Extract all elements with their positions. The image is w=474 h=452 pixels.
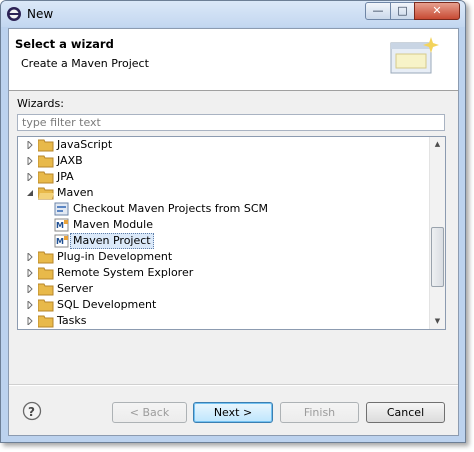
tree-item-label: JavaScript — [57, 138, 113, 151]
expand-arrow-icon[interactable] — [26, 317, 34, 325]
svg-text:M: M — [56, 237, 64, 246]
tree-item-server[interactable]: Server — [18, 281, 429, 297]
header-description: Create a Maven Project — [21, 57, 149, 70]
folder-icon — [38, 315, 54, 328]
tree-scrollbar[interactable]: ▲ ▼ — [429, 137, 445, 329]
tree-item-label: Maven — [57, 186, 94, 199]
scroll-up-icon[interactable]: ▲ — [430, 137, 445, 152]
tree-item-maven[interactable]: Maven — [18, 185, 429, 201]
maven-module-icon: M — [54, 218, 69, 232]
filter-input[interactable] — [17, 114, 445, 131]
back-button[interactable]: < Back — [112, 402, 187, 423]
tree-item-plugin-development[interactable]: Plug-in Development — [18, 249, 429, 265]
scroll-down-icon[interactable]: ▼ — [430, 314, 445, 329]
help-icon[interactable]: ? — [22, 401, 42, 421]
tree-item-label: Tasks — [57, 314, 87, 327]
new-wizard-dialog: New — □ ✕ Select a wizard Create a Maven… — [0, 0, 466, 443]
close-button[interactable]: ✕ — [414, 2, 460, 20]
wizard-header: Select a wizard Create a Maven Project — [9, 29, 458, 91]
expand-arrow-icon[interactable] — [26, 173, 34, 181]
tree-item-label: JAXB — [57, 154, 83, 167]
tree-item-jaxb[interactable]: JAXB — [18, 153, 429, 169]
folder-icon — [38, 171, 54, 184]
expand-arrow-icon[interactable] — [26, 285, 34, 293]
maven-project-icon: M — [54, 234, 69, 248]
folder-icon — [38, 139, 54, 152]
maximize-button[interactable]: □ — [390, 2, 415, 20]
collapse-arrow-icon[interactable] — [26, 189, 34, 197]
expand-arrow-icon[interactable] — [26, 253, 34, 261]
folder-icon — [38, 251, 54, 264]
next-button[interactable]: Next > — [193, 402, 273, 423]
scm-checkout-icon — [54, 202, 69, 216]
tree-item-maven-module[interactable]: M Maven Module — [18, 217, 429, 233]
expand-arrow-icon[interactable] — [26, 301, 34, 309]
folder-icon — [38, 155, 54, 168]
wizards-label: Wizards: — [17, 97, 64, 110]
folder-icon — [38, 283, 54, 296]
scrollbar-thumb[interactable] — [431, 227, 444, 287]
svg-text:M: M — [56, 221, 64, 230]
folder-icon — [38, 267, 54, 280]
finish-button[interactable]: Finish — [280, 402, 359, 423]
help-glyph: ? — [28, 405, 35, 419]
tree-item-sql-development[interactable]: SQL Development — [18, 297, 429, 313]
tree-item-label: Maven Project — [70, 233, 154, 249]
header-title: Select a wizard — [15, 37, 114, 51]
tree-item-label: JPA — [57, 170, 74, 183]
window-title: New — [27, 7, 54, 21]
eclipse-icon — [7, 7, 21, 21]
expand-arrow-icon[interactable] — [26, 141, 34, 149]
folder-icon — [38, 299, 54, 312]
tree-item-label: Remote System Explorer — [57, 266, 194, 279]
title-bar[interactable]: New — □ ✕ — [1, 1, 465, 27]
tree-item-checkout-maven-scm[interactable]: Checkout Maven Projects from SCM — [18, 201, 429, 217]
wizard-tree[interactable]: JavaScript JAXB JPA Maven Checkout Maven… — [17, 136, 446, 330]
tree-item-maven-project[interactable]: M Maven Project — [18, 233, 429, 249]
wizard-banner-icon — [390, 37, 439, 74]
tree-item-label: Server — [57, 282, 94, 295]
tree-item-label: Maven Module — [73, 218, 153, 231]
tree-item-jpa[interactable]: JPA — [18, 169, 429, 185]
minimize-button[interactable]: — — [365, 2, 391, 20]
tree-item-label: Checkout Maven Projects from SCM — [73, 202, 269, 215]
tree-item-label: SQL Development — [57, 298, 157, 311]
dialog-body: Select a wizard Create a Maven Project W… — [8, 28, 459, 436]
tree-item-javascript[interactable]: JavaScript — [18, 137, 429, 153]
tree-item-remote-system-explorer[interactable]: Remote System Explorer — [18, 265, 429, 281]
tree-item-tasks[interactable]: Tasks — [18, 313, 429, 329]
expand-arrow-icon[interactable] — [26, 157, 34, 165]
tree-item-label: Plug-in Development — [57, 250, 173, 263]
expand-arrow-icon[interactable] — [26, 269, 34, 277]
cancel-button[interactable]: Cancel — [366, 402, 445, 423]
button-separator — [9, 384, 458, 386]
folder-open-icon — [38, 187, 54, 200]
